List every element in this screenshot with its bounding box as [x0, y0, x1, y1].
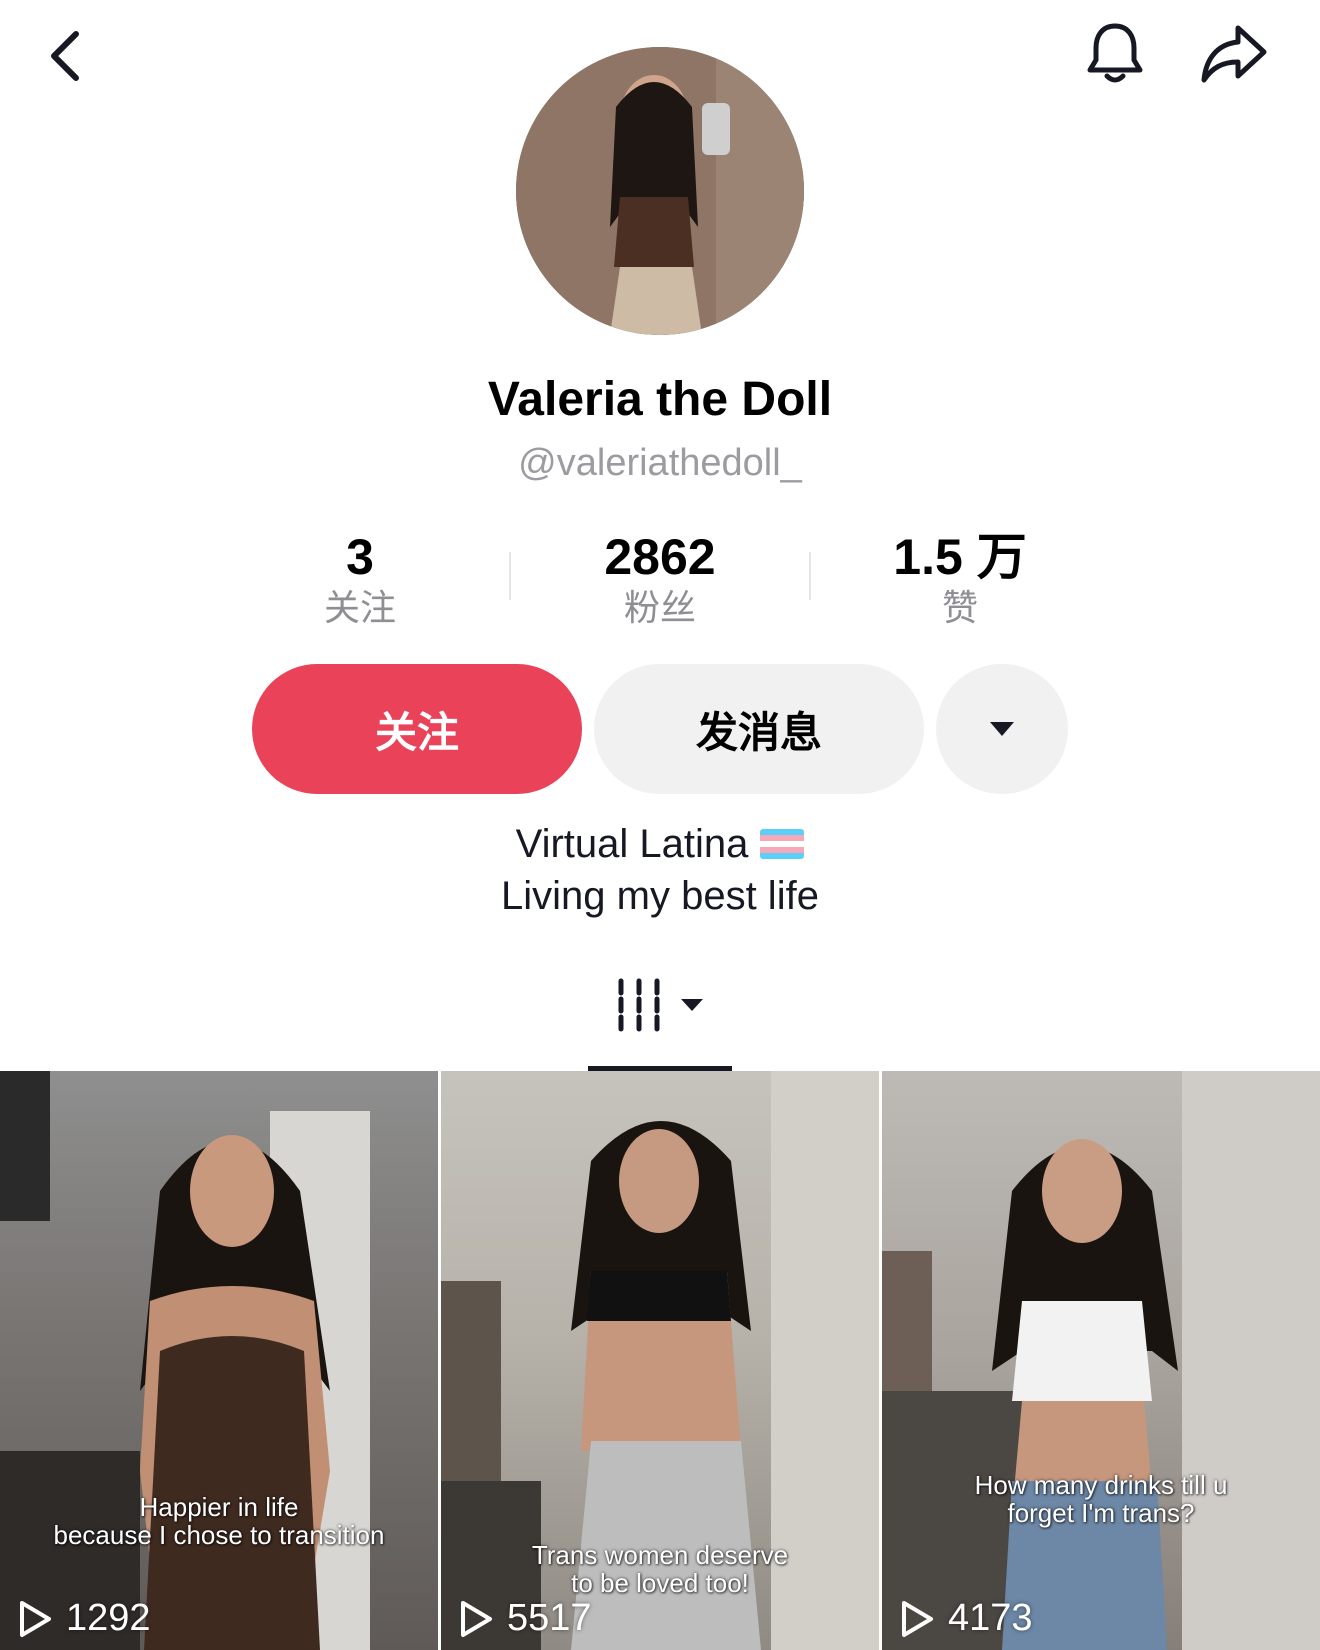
play-count: 4173 — [900, 1597, 1033, 1640]
following-count: 3 — [346, 529, 374, 585]
avatar-image — [516, 47, 804, 335]
chevron-left-icon — [51, 31, 79, 81]
followers-count: 2862 — [604, 529, 716, 585]
play-count: 5517 — [459, 1597, 592, 1640]
likes-label: 赞 — [941, 587, 978, 628]
video-caption: How many drinks till u forget I'm trans? — [974, 1470, 1228, 1528]
back-button[interactable] — [40, 26, 96, 82]
notification-button[interactable] — [1082, 20, 1148, 86]
username-handle: @valeriathedoll_ — [518, 442, 802, 484]
bio-line-2: Living my best life — [501, 874, 819, 918]
display-name: Valeria the Doll — [487, 373, 833, 426]
video-tile[interactable]: Trans women deserve to be loved too! 551… — [441, 1071, 879, 1650]
followers-stat[interactable]: 2862 粉丝 — [510, 528, 810, 630]
avatar[interactable] — [516, 47, 804, 335]
play-icon — [461, 1600, 492, 1637]
caret-down-icon — [990, 722, 1014, 736]
video-caption: Happier in life because I chose to trans… — [53, 1492, 385, 1550]
following-stat[interactable]: 3 关注 — [210, 528, 510, 630]
video-tile[interactable]: How many drinks till u forget I'm trans?… — [882, 1071, 1320, 1650]
play-count-value: 4173 — [948, 1597, 1033, 1639]
bio-line-1: Virtual Latina — [515, 822, 749, 866]
bio: Virtual Latina Living my best life — [0, 818, 1320, 922]
trans-flag-icon — [760, 829, 805, 859]
follow-button[interactable]: 关注 — [252, 664, 582, 794]
likes-stat[interactable]: 1.5 万 赞 — [810, 528, 1110, 630]
more-options-button[interactable] — [936, 664, 1068, 794]
followers-label: 粉丝 — [623, 587, 696, 628]
tab-videos[interactable] — [588, 975, 732, 1035]
play-icon — [20, 1600, 51, 1637]
grid-videos-icon — [618, 978, 660, 1032]
share-button[interactable] — [1198, 20, 1270, 86]
video-thumbnail — [882, 1071, 1320, 1650]
likes-count: 1.5 万 — [893, 529, 1027, 585]
play-count: 1292 — [18, 1597, 151, 1640]
video-caption: Trans women deserve to be loved too! — [531, 1540, 789, 1598]
share-icon — [1201, 25, 1267, 83]
video-thumbnail — [0, 1071, 370, 1650]
play-count-value: 5517 — [507, 1597, 592, 1639]
bell-icon — [1087, 23, 1143, 83]
caret-down-icon — [681, 999, 703, 1011]
play-icon — [902, 1600, 933, 1637]
video-tile[interactable]: Happier in life because I chose to trans… — [0, 1071, 438, 1650]
following-label: 关注 — [323, 587, 396, 628]
play-count-value: 1292 — [66, 1597, 151, 1639]
message-button[interactable]: 发消息 — [594, 664, 924, 794]
